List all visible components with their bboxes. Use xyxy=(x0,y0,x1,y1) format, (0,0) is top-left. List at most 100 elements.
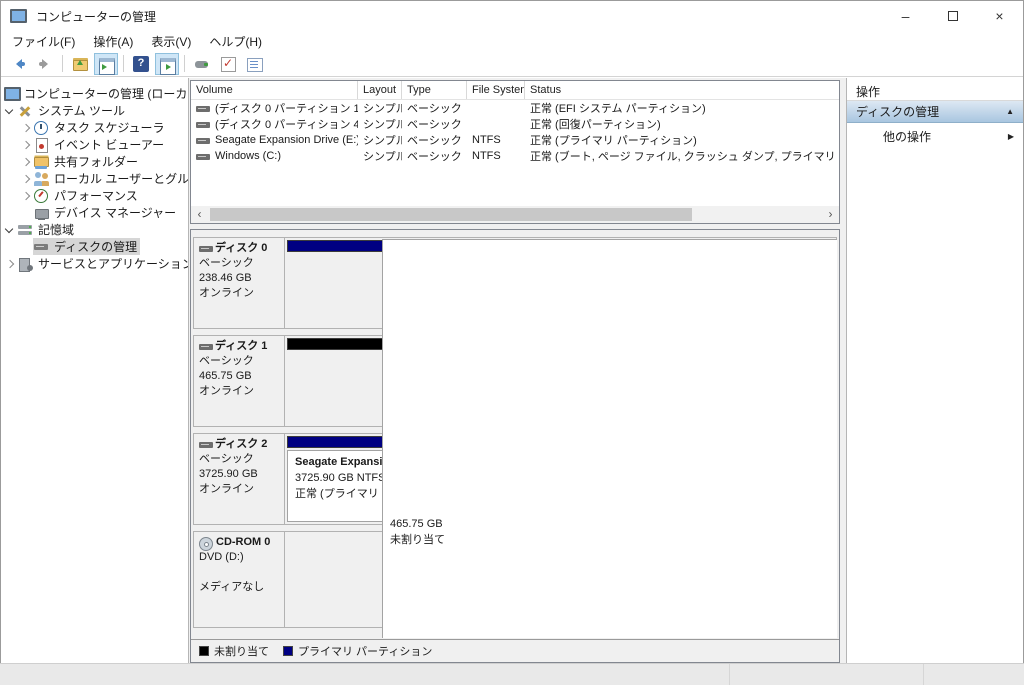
shared-folder-icon xyxy=(34,155,49,169)
column-header-type[interactable]: Type xyxy=(402,81,467,99)
tree-item-label: ディスクの管理 xyxy=(54,238,137,255)
computer-icon xyxy=(4,87,19,101)
partition[interactable]: 465.75 GB未割り当て xyxy=(287,338,767,424)
column-header-status[interactable]: Status xyxy=(525,81,840,99)
expander-collapsed-icon[interactable] xyxy=(19,173,33,185)
disk-detail-line: 465.75 GB xyxy=(199,369,282,384)
tree-item-performance[interactable]: パフォーマンス xyxy=(1,187,188,204)
expander-collapsed-icon[interactable] xyxy=(19,190,33,202)
maximize-icon xyxy=(948,11,958,21)
window-title: コンピューターの管理 xyxy=(36,8,156,25)
back-button[interactable] xyxy=(7,53,31,75)
scrollbar-thumb[interactable] xyxy=(210,208,692,221)
tree-item-label: パフォーマンス xyxy=(54,187,138,204)
tree-item-label: 記憶域 xyxy=(38,221,74,238)
expander-spacer xyxy=(19,241,33,253)
disk-rows: ディスク 0ベーシック238.46 GBオンライン260 MB正常 (EFI シ… xyxy=(193,237,837,638)
actions-section-disk-management[interactable]: ディスクの管理 ▲ xyxy=(847,101,1023,123)
taskbar-strip xyxy=(0,663,1024,685)
list-icon xyxy=(246,56,262,72)
drive-icon xyxy=(199,344,213,352)
minimize-button[interactable]: – xyxy=(882,1,929,31)
device-icon xyxy=(194,56,210,72)
tree-item-computer-management-root[interactable]: コンピューターの管理 (ローカル) xyxy=(1,85,188,102)
column-header-volume[interactable]: Volume xyxy=(191,81,358,99)
volume-row[interactable]: Seagate Expansion Drive (E:)シンプルベーシックNTF… xyxy=(191,132,839,148)
cell-text: 正常 (ブート, ページ ファイル, クラッシュ ダンプ, プライマリ パーティ… xyxy=(530,148,840,164)
expander-collapsed-icon[interactable] xyxy=(19,139,33,151)
tree-item-content: コンピューターの管理 (ローカル) xyxy=(3,85,189,102)
disk-label-cdrom-0[interactable]: CD-ROM 0DVD (D:) メディアなし xyxy=(194,532,285,627)
tree-item-device-manager[interactable]: デバイス マネージャー xyxy=(1,204,188,221)
task-scheduler-icon xyxy=(34,121,49,135)
tree-item-label: コンピューターの管理 (ローカル) xyxy=(24,85,189,102)
volume-row[interactable]: (ディスク 0 パーティション 4)シンプルベーシック正常 (回復パーティション… xyxy=(191,116,839,132)
expander-expanded-icon[interactable] xyxy=(3,224,17,236)
toolbar-separator xyxy=(62,55,63,72)
console-tree-pane: コンピューターの管理 (ローカル)システム ツールタスク スケジューライベント … xyxy=(1,78,189,663)
actions-section-label: ディスクの管理 xyxy=(856,103,1006,120)
more-actions-label: 他の操作 xyxy=(883,128,1008,145)
cell-type: ベーシック xyxy=(402,148,467,164)
expander-expanded-icon[interactable] xyxy=(3,105,17,117)
action-pane-toggle-button[interactable] xyxy=(155,53,179,75)
disk-label-disk-0[interactable]: ディスク 0ベーシック238.46 GBオンライン xyxy=(194,238,285,328)
cell-text: ベーシック xyxy=(407,100,462,116)
legend-item: プライマリ パーティション xyxy=(283,643,432,659)
menu-action[interactable]: 操作(A) xyxy=(84,31,142,52)
tree-item-disk-management[interactable]: ディスクの管理 xyxy=(1,238,188,255)
tree-item-content: サービスとアプリケーション xyxy=(17,255,189,272)
help-button[interactable] xyxy=(129,53,153,75)
volume-drive-icon xyxy=(196,122,210,130)
menu-help[interactable]: ヘルプ(H) xyxy=(200,31,271,52)
close-button[interactable]: × xyxy=(976,1,1023,31)
expander-collapsed-icon[interactable] xyxy=(19,122,33,134)
legend-label: プライマリ パーティション xyxy=(298,643,432,659)
legend-item: 未割り当て xyxy=(199,643,269,659)
volume-row[interactable]: (ディスク 0 パーティション 1)シンプルベーシック正常 (EFI システム … xyxy=(191,100,839,116)
menu-file[interactable]: ファイル(F) xyxy=(3,31,84,52)
collapse-arrow-icon[interactable]: ▲ xyxy=(1006,107,1014,116)
partition[interactable]: 260 MB正常 (EFI システム パーティション) xyxy=(287,240,384,326)
menu-bar: ファイル(F)操作(A)表示(V)ヘルプ(H) xyxy=(1,31,1023,51)
more-actions-item[interactable]: 他の操作 ▶ xyxy=(847,123,1023,149)
tree-item-label: サービスとアプリケーション xyxy=(38,255,189,272)
column-header-file-system[interactable]: File System xyxy=(467,81,525,99)
scroll-right-arrow[interactable]: › xyxy=(822,207,839,222)
volume-table-body: (ディスク 0 パーティション 1)シンプルベーシック正常 (EFI システム … xyxy=(191,100,839,164)
disk-label-disk-1[interactable]: ディスク 1ベーシック465.75 GBオンライン xyxy=(194,336,285,426)
maximize-button[interactable] xyxy=(929,1,976,31)
properties-list-button[interactable] xyxy=(242,53,266,75)
forward-button[interactable] xyxy=(33,53,57,75)
disk-detail-line: ベーシック xyxy=(199,354,282,369)
cdrom-icon xyxy=(199,536,214,550)
tree-item-event-viewer[interactable]: イベント ビューアー xyxy=(1,136,188,153)
column-header-layout[interactable]: Layout xyxy=(358,81,402,99)
actions-pane-title: 操作 xyxy=(847,78,1023,101)
tree-item-system-tools[interactable]: システム ツール xyxy=(1,102,188,119)
disk-label-disk-2[interactable]: ディスク 2ベーシック3725.90 GBオンライン xyxy=(194,434,285,524)
disk-name-text: ディスク 2 xyxy=(215,437,267,452)
volume-row[interactable]: Windows (C:)シンプルベーシックNTFS正常 (ブート, ページ ファ… xyxy=(191,148,839,164)
tree-item-content: パフォーマンス xyxy=(33,187,141,204)
scroll-left-arrow[interactable]: ‹ xyxy=(191,207,208,222)
tree-item-services-applications[interactable]: サービスとアプリケーション xyxy=(1,255,188,272)
disk-detail-line: 3725.90 GB xyxy=(199,467,282,482)
cell-text: シンプル xyxy=(363,148,402,164)
horizontal-scrollbar[interactable]: ‹ › xyxy=(191,206,839,223)
check-button[interactable] xyxy=(216,53,240,75)
device-button[interactable] xyxy=(190,53,214,75)
console-tree-toggle-button[interactable] xyxy=(94,53,118,75)
tree-item-local-users-groups[interactable]: ローカル ユーザーとグループ xyxy=(1,170,188,187)
app-icon xyxy=(10,9,25,23)
expander-collapsed-icon[interactable] xyxy=(3,258,17,270)
tree-item-shared-folders[interactable]: 共有フォルダー xyxy=(1,153,188,170)
expander-collapsed-icon[interactable] xyxy=(19,156,33,168)
tree-item-task-scheduler[interactable]: タスク スケジューラ xyxy=(1,119,188,136)
tree-item-storage[interactable]: 記憶域 xyxy=(1,221,188,238)
menu-view[interactable]: 表示(V) xyxy=(142,31,200,52)
tree-item-label: ローカル ユーザーとグループ xyxy=(54,170,189,187)
main-area: コンピューターの管理 (ローカル)システム ツールタスク スケジューライベント … xyxy=(1,78,1023,663)
up-folder-button[interactable] xyxy=(68,53,92,75)
cell-text: 正常 (プライマリ パーティション) xyxy=(530,132,697,148)
